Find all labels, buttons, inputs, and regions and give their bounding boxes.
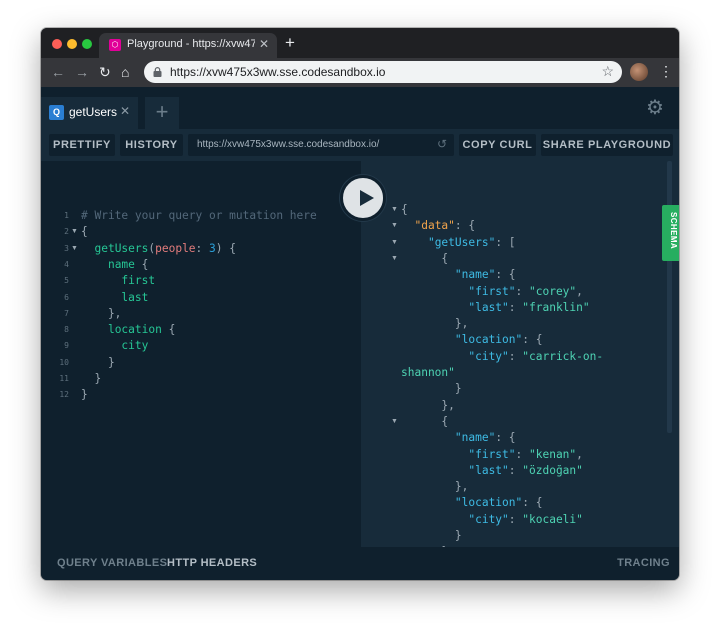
line-number: 11 [59,374,69,383]
graphql-favicon-icon: ⬡ [109,39,121,51]
result-line: "last": "franklin" [468,300,590,314]
result-line: }, [401,317,469,331]
back-arrow-icon[interactable]: ← [51,64,65,80]
bottom-bar: QUERY VARIABLES HTTP HEADERS TRACING [41,547,679,580]
code-line: name { [107,257,149,271]
tracing-tab[interactable]: TRACING [617,557,670,569]
code-line: }, [81,306,122,320]
avatar[interactable] [630,63,648,81]
address-bar[interactable]: https://xvw475x3ww.sse.codesandbox.io ☆ [144,61,622,83]
result-line: "getUsers": [ [427,235,516,249]
history-button[interactable]: HISTORY [120,134,183,156]
star-icon[interactable]: ☆ [601,63,614,80]
fold-toggle-icon[interactable]: ▼ [391,202,398,218]
playground-tab-bar: Q getUsers ✕ + ⚙ [41,87,679,129]
result-line: shannon" [401,366,455,379]
maximize-window-button[interactable] [82,39,92,49]
code-line: { [81,225,88,239]
browser-tab[interactable]: ⬡ Playground - https://xvw475x3 ✕ [99,33,277,58]
endpoint-url: https://xvw475x3ww.sse.codesandbox.io/ [197,139,380,150]
fold-toggle-icon[interactable]: ▼ [391,251,398,267]
fold-toggle-icon[interactable]: ▼ [391,235,398,251]
tab-getusers[interactable]: Q getUsers ✕ [41,97,138,129]
playground-toolbar: PRETTIFY HISTORY https://xvw475x3ww.sse.… [41,129,679,161]
tab-label: getUsers [69,105,118,119]
close-icon[interactable]: ✕ [259,37,269,51]
kebab-menu-icon[interactable]: ⋮ [659,63,673,79]
result-line: } [401,382,462,396]
result-line: }, [401,398,455,412]
result-line: "last": "özdoğan" [468,463,583,477]
gear-icon[interactable]: ⚙ [646,95,664,120]
result-line: "data": { [414,219,476,233]
line-number: 3 [64,243,69,253]
browser-tab-title: Playground - https://xvw475x3 [127,38,255,50]
query-variables-tab[interactable]: QUERY VARIABLES [57,557,167,569]
result-line: "location": { [454,333,543,347]
result-scrollbar[interactable] [667,161,672,433]
result-line: } [401,529,462,542]
reload-icon[interactable]: ↻ [99,64,111,80]
result-line: "city": "kocaeli" [468,512,583,526]
line-number: 2 [64,227,69,237]
result-line: "name": { [454,268,516,282]
code-line: location { [107,323,176,337]
share-playground-button[interactable]: SHARE PLAYGROUND [541,134,673,156]
result-viewer: { "data": { "getUsers": [ { "name": { "f… [361,161,679,547]
code-line: city [121,339,149,353]
line-number: 5 [64,276,69,286]
fold-toggle-icon[interactable]: ▼ [391,414,398,430]
prettify-button[interactable]: PRETTIFY [49,134,115,156]
result-line: "city": "carrick-on- [468,349,604,363]
close-window-button[interactable] [52,39,62,49]
result-line: { [401,251,449,265]
play-icon [360,190,374,206]
fold-toggle-icon[interactable]: ▼ [391,218,398,234]
add-tab-button[interactable]: + [145,97,179,129]
line-number: 1 [64,211,69,220]
query-editor[interactable]: 1 # Write your query or mutation here 2{3 … [41,161,361,547]
result-line: { [401,414,449,428]
code-line: } [81,388,88,402]
browser-tab-strip: ⬡ Playground - https://xvw475x3 ✕ + [41,28,679,58]
http-headers-tab[interactable]: HTTP HEADERS [167,557,257,569]
fold-toggle-icon[interactable]: ▼ [71,241,78,257]
code-line: } [81,355,115,369]
result-line: "name": { [454,431,516,445]
browser-toolbar: ← → ↻ ⌂ https://xvw475x3ww.sse.codesandb… [41,58,679,87]
code-line: last [121,290,149,304]
line-number: 6 [64,292,69,302]
query-badge: Q [49,105,64,120]
line-number: 4 [64,259,69,269]
result-line: { [401,203,408,216]
new-tab-button[interactable]: + [285,34,295,52]
minimize-window-button[interactable] [67,39,77,49]
forward-arrow-icon[interactable]: → [75,64,89,80]
reload-schema-icon[interactable]: ↺ [437,137,447,151]
line-number: 8 [64,325,69,335]
result-line: "location": { [454,496,543,510]
execute-query-button[interactable] [340,175,386,221]
home-icon[interactable]: ⌂ [121,64,129,80]
line-number: 12 [59,390,69,400]
lock-icon [153,67,162,77]
fold-toggle-icon[interactable]: ▼ [71,224,78,240]
line-number: 10 [59,357,69,367]
code-line: # Write your query or mutation here [81,209,317,222]
result-line: "first": "kenan", [468,447,583,461]
schema-tab[interactable]: SCHEMA [662,205,679,261]
close-icon[interactable]: ✕ [120,104,130,118]
schema-label: SCHEMA [669,212,678,250]
line-number: 9 [64,341,69,351]
result-line: "first": "corey", [468,284,583,298]
endpoint-input[interactable]: https://xvw475x3ww.sse.codesandbox.io/ ↺ [188,134,454,156]
address-url: https://xvw475x3ww.sse.codesandbox.io [170,65,386,79]
browser-window: ⬡ Playground - https://xvw475x3 ✕ + ← → … [41,28,679,580]
line-number: 7 [64,308,69,318]
code-line: getUsers(people: 3) { [94,241,236,255]
code-line: first [121,274,156,288]
result-line: }, [401,480,469,494]
copy-curl-button[interactable]: COPY CURL [459,134,536,156]
code-line: } [81,372,102,385]
